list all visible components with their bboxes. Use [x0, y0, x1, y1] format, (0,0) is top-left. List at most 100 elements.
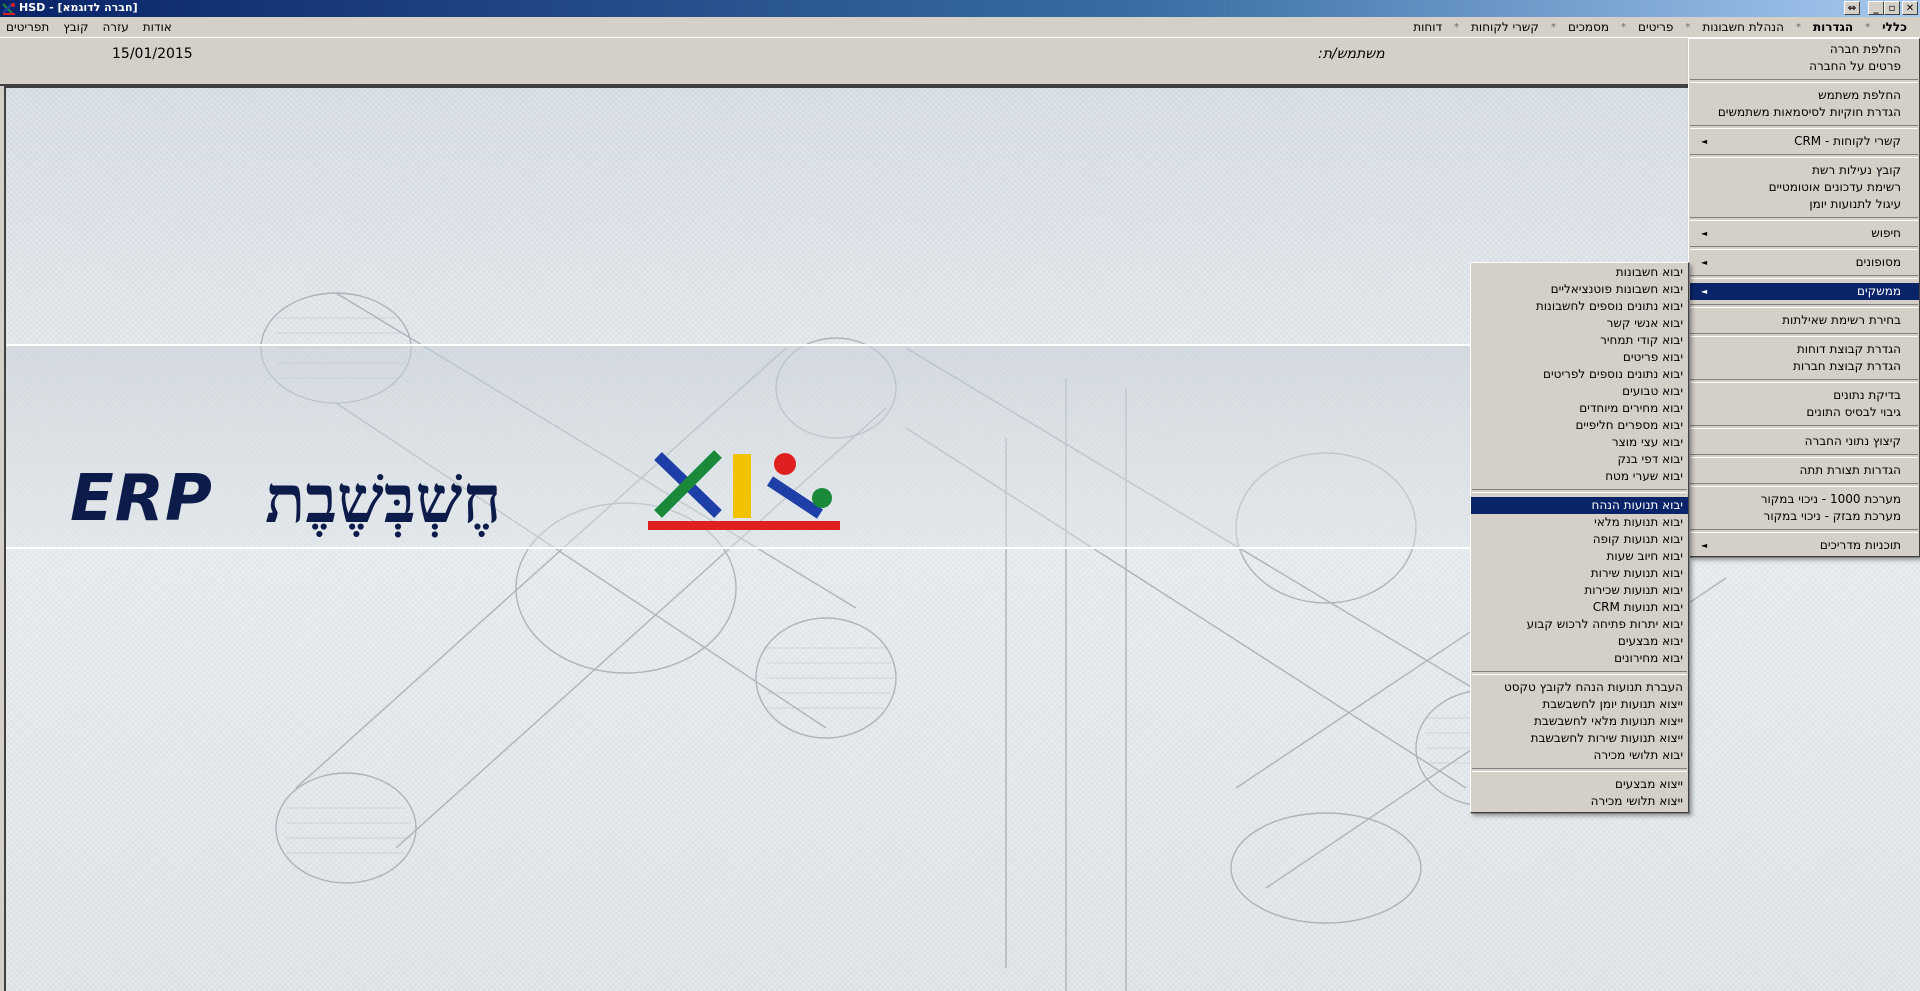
menu-item[interactable]: תוכניות מדריכים ◄ — [1689, 537, 1919, 554]
menu-separator-star: * — [1795, 21, 1801, 33]
menu-item[interactable]: רשימת עדכונים אוטומטיים — [1689, 179, 1919, 196]
menu-item[interactable]: יבוא שערי מטח — [1471, 468, 1688, 485]
menu-item-label: יבוא תנועות שכירות — [1584, 583, 1683, 597]
menu-item-label: החלפת משתמש — [1818, 88, 1901, 102]
menu-item[interactable]: הגדרת קבוצת דוחות — [1689, 341, 1919, 358]
menu-item-label: פרטים על החברה — [1809, 59, 1901, 73]
menu-item[interactable]: ייצוא תנועות יומן לחשבשבת — [1471, 696, 1688, 713]
menu-item[interactable]: יבוא פריטים — [1471, 349, 1688, 366]
menu-item[interactable]: יבוא מספרים חליפיים — [1471, 417, 1688, 434]
menu-item[interactable]: ייצוא תנועות מלאי לחשבשבת — [1471, 713, 1688, 730]
menu-item[interactable]: גיבוי לבסיס התונים — [1689, 404, 1919, 421]
menu-divider — [1690, 217, 1918, 221]
menu-item-label: ייצוא תנועות שירות לחשבשבת — [1530, 731, 1683, 745]
menu-item[interactable]: יבוא חשבונות — [1471, 264, 1688, 281]
menu-item[interactable]: הגדרות תצורת תתה — [1689, 462, 1919, 479]
menubar-item[interactable]: קשרי לקוחות — [1468, 20, 1542, 34]
menu-item-label: יבוא תנועות שירות — [1590, 566, 1683, 580]
menu-item-label: ממשקים — [1857, 284, 1901, 298]
menu-item[interactable]: בחירת רשימת שאילתות — [1689, 312, 1919, 329]
menu-item[interactable]: חיפוש ◄ — [1689, 225, 1919, 242]
menu-about[interactable]: אודות — [143, 20, 172, 34]
menu-item-label: בדיקת נתונים — [1833, 388, 1901, 402]
menu-item[interactable]: יבוא תנועות שכירות — [1471, 582, 1688, 599]
menu-item[interactable]: החלפת חברה — [1689, 41, 1919, 58]
menu-item[interactable]: קובץ נעילות רשת — [1689, 162, 1919, 179]
menu-item-label: הגדרות תצורת תתה — [1799, 463, 1901, 477]
menu-item[interactable]: הגדרת חוקיות לסיסמאות משתמשים — [1689, 104, 1919, 121]
menu-divider — [1690, 125, 1918, 129]
menu-item-label: מערכת 1000 - ניכוי במקור — [1760, 492, 1901, 506]
close-button[interactable]: ✕ — [1902, 1, 1918, 15]
menu-item-label: עיגול לתנועות יומן — [1809, 197, 1901, 211]
menu-item[interactable]: יבוא דפי בנק — [1471, 451, 1688, 468]
menu-item[interactable]: החלפת משתמש — [1689, 87, 1919, 104]
menu-item[interactable]: יבוא חשבונות פוטנציאליים — [1471, 281, 1688, 298]
menu-menus[interactable]: תפריטים — [6, 20, 49, 34]
menu-item[interactable]: יבוא נתונים נוספים לחשבונות — [1471, 298, 1688, 315]
menu-item[interactable]: יבוא אנשי קשר — [1471, 315, 1688, 332]
menu-item[interactable]: בדיקת נתונים — [1689, 387, 1919, 404]
menu-item[interactable]: יבוא תלושי מכירה — [1471, 747, 1688, 764]
menu-item-label: יבוא חשבונות פוטנציאליים — [1550, 282, 1683, 296]
menu-item-label: יבוא חיוב שעות — [1606, 549, 1683, 563]
logo-mark-icon — [648, 450, 840, 530]
menubar-item[interactable]: מסמכים — [1565, 20, 1612, 34]
menu-item[interactable]: יבוא מבצעים — [1471, 633, 1688, 650]
menu-item[interactable]: יבוא טבועים — [1471, 383, 1688, 400]
submenu-arrow-icon: ◄ — [1701, 541, 1708, 550]
menu-item[interactable]: הגדרת קבוצת חברות — [1689, 358, 1919, 375]
maximize-button[interactable]: ▫ — [1884, 1, 1900, 15]
menu-divider — [1690, 333, 1918, 337]
menu-item[interactable]: יבוא תנועות שירות — [1471, 565, 1688, 582]
menu-item-label: יבוא עצי מוצר — [1611, 435, 1683, 449]
menu-item[interactable]: יבוא מחירונים — [1471, 650, 1688, 667]
menu-item[interactable]: ייצוא תנועות שירות לחשבשבת — [1471, 730, 1688, 747]
restore-arrows-icon[interactable]: ⇔ — [1844, 1, 1860, 15]
menu-item[interactable]: יבוא תנועות הנהח — [1471, 497, 1688, 514]
menu-item[interactable]: העברת תנועות הנהח לקובץ טקסט — [1471, 679, 1688, 696]
menu-item-label: מערכת מבזק - ניכוי במקור — [1763, 509, 1901, 523]
menu-file[interactable]: קובץ — [63, 20, 88, 34]
menu-item[interactable]: קיצוץ נתוני החברה — [1689, 433, 1919, 450]
menu-item-label: ייצוא מבצעים — [1615, 777, 1683, 791]
title-bar: HSD - [חברה לדוגמא] ⇔ _ ▫ ✕ — [0, 0, 1920, 17]
menu-item-label: הגדרת קבוצת חברות — [1792, 359, 1901, 373]
menu-item[interactable]: פרטים על החברה — [1689, 58, 1919, 75]
menubar-item[interactable]: הנהלת חשבונות — [1699, 20, 1787, 34]
menu-item[interactable]: קשרי לקוחות - CRM ◄ — [1689, 133, 1919, 150]
menu-item[interactable]: יבוא נתונים נוספים לפריטים — [1471, 366, 1688, 383]
menu-item[interactable]: יבוא מחירים מיוחדים — [1471, 400, 1688, 417]
minimize-button[interactable]: _ — [1868, 1, 1884, 15]
menubar-item[interactable]: כללי — [1879, 20, 1910, 34]
menu-divider — [1690, 454, 1918, 458]
menu-item-label: יבוא קודי תמחיר — [1600, 333, 1683, 347]
menu-item[interactable]: יבוא תנועות CRM — [1471, 599, 1688, 616]
menubar-item[interactable]: הגדרות — [1810, 20, 1856, 34]
menu-item[interactable]: עיגול לתנועות יומן — [1689, 196, 1919, 213]
menu-item[interactable]: יבוא עצי מוצר — [1471, 434, 1688, 451]
menu-item[interactable]: מסופונים ◄ — [1689, 254, 1919, 271]
user-label: משתמש/ת: — [1318, 46, 1385, 62]
settings-menu: החלפת חברה פרטים על החברה החלפת משתמש הגדרת… — [1688, 38, 1920, 557]
menu-item[interactable]: יבוא חיוב שעות — [1471, 548, 1688, 565]
menu-item[interactable]: יבוא תנועות קופה — [1471, 531, 1688, 548]
menu-item[interactable]: מערכת 1000 - ניכוי במקור — [1689, 491, 1919, 508]
menu-item[interactable]: ייצוא מבצעים — [1471, 776, 1688, 793]
menu-item[interactable]: יבוא תנועות מלאי — [1471, 514, 1688, 531]
menu-help[interactable]: עזרה — [102, 20, 128, 34]
menu-item-label: קיצוץ נתוני החברה — [1804, 434, 1901, 448]
menu-item[interactable]: יבוא קודי תמחיר — [1471, 332, 1688, 349]
menubar-item[interactable]: פריטים — [1635, 20, 1676, 34]
menu-item[interactable]: מערכת מבזק - ניכוי במקור — [1689, 508, 1919, 525]
menu-item[interactable]: ייצוא תלושי מכירה — [1471, 793, 1688, 810]
info-bar: 15/01/2015 משתמש/ת: — [0, 38, 1920, 86]
menu-item-label: יבוא תלושי מכירה — [1593, 748, 1684, 762]
menu-separator-star: * — [1550, 21, 1556, 33]
menu-item[interactable]: יבוא יתרות פתיחה לרכוש קבוע — [1471, 616, 1688, 633]
menu-item-label: יבוא תנועות קופה — [1592, 532, 1683, 546]
menu-item[interactable]: ממשקים ◄ — [1689, 283, 1919, 300]
menu-item-label: קשרי לקוחות - CRM — [1794, 134, 1901, 148]
menubar-item[interactable]: דוחות — [1410, 20, 1445, 34]
interfaces-submenu: יבוא חשבונות יבוא חשבונות פוטנציאליים יבוא… — [1470, 262, 1689, 813]
